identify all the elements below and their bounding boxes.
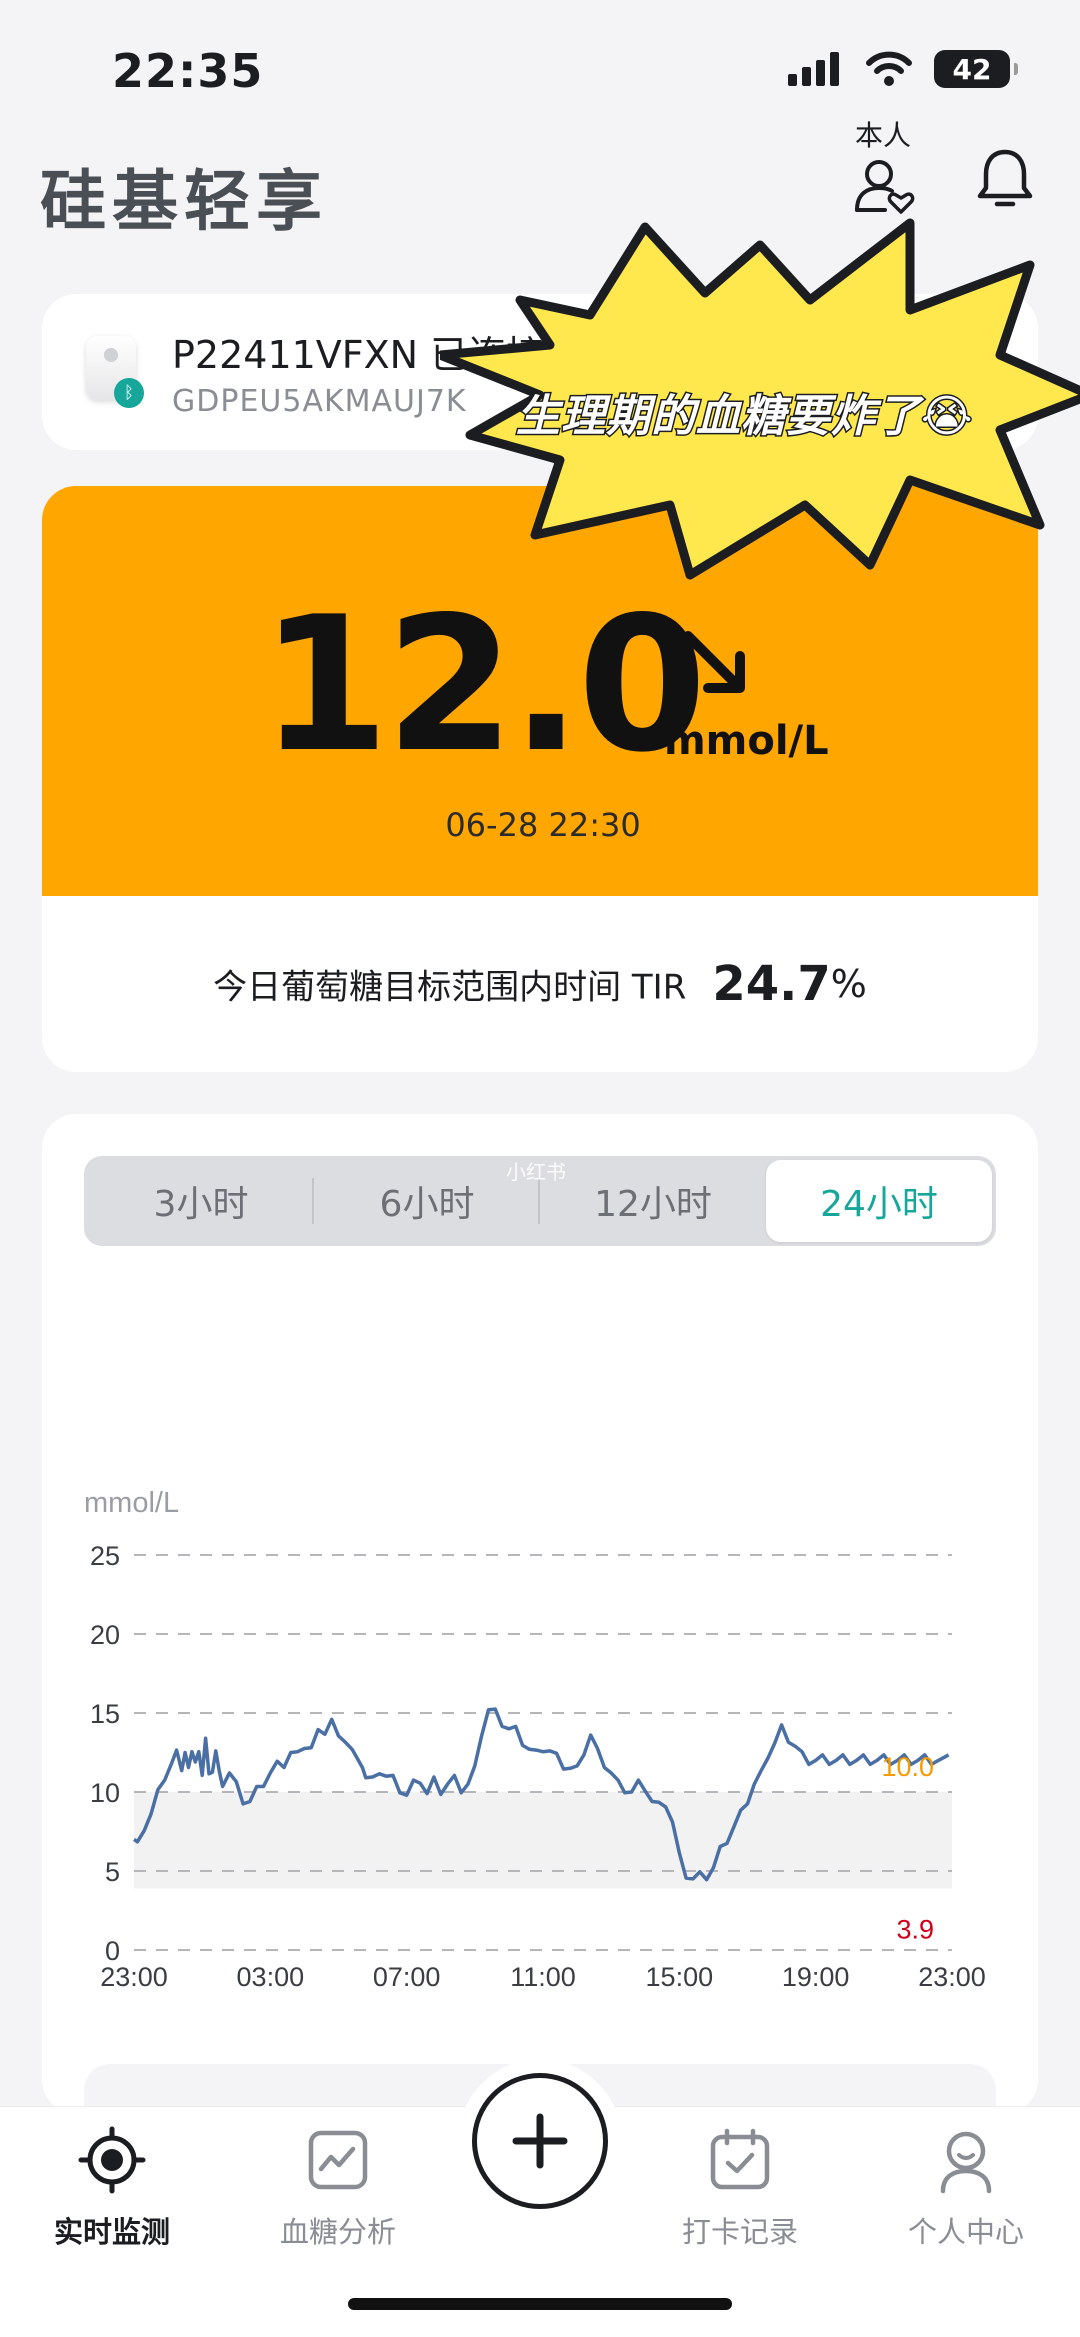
wifi-icon bbox=[866, 51, 912, 86]
bell-icon bbox=[977, 149, 1033, 207]
x-tick-label: 03:00 bbox=[237, 1962, 305, 1992]
battery-indicator: 42 bbox=[934, 50, 1018, 88]
tab-label: 实时监测 bbox=[53, 2215, 170, 2249]
tab-checkin[interactable]: 打卡记录 bbox=[650, 2125, 830, 2251]
status-bar: 22:35 42 bbox=[0, 0, 1080, 120]
x-tick-label: 19:00 bbox=[782, 1962, 850, 1992]
glucose-timestamp: 06-28 22:30 bbox=[445, 806, 641, 844]
target-high-label: 10.0 bbox=[881, 1752, 934, 1782]
y-tick-label: 15 bbox=[90, 1699, 120, 1729]
target-icon bbox=[78, 2126, 146, 2194]
app-title: 硅基轻享 bbox=[40, 163, 328, 240]
tir-unit: % bbox=[830, 962, 867, 1006]
tab-3h[interactable]: 3小时 bbox=[88, 1160, 314, 1242]
tab-24h[interactable]: 24小时 bbox=[766, 1160, 992, 1242]
tir-label: 今日葡萄糖目标范围内时间 TIR bbox=[213, 967, 687, 1008]
y-axis-label: mmol/L bbox=[84, 1487, 179, 1519]
tab-profile[interactable]: 个人中心 bbox=[876, 2125, 1056, 2251]
glucose-unit: mmol/L bbox=[664, 718, 829, 764]
status-icons: 42 bbox=[788, 50, 1018, 88]
tab-label: 个人中心 bbox=[907, 2215, 1024, 2249]
watermark: 小红书 bbox=[506, 1160, 566, 1184]
tab-realtime[interactable]: 实时监测 bbox=[22, 2125, 202, 2251]
status-time: 22:35 bbox=[112, 44, 264, 98]
tab-12h[interactable]: 12小时 bbox=[540, 1160, 766, 1242]
device-serial: GDPEU5AKMAUJ7K bbox=[172, 384, 467, 419]
bluetooth-icon: ᛒ bbox=[114, 378, 144, 408]
plus-icon bbox=[512, 2113, 568, 2169]
target-range-band bbox=[134, 1792, 952, 1889]
home-indicator bbox=[348, 2298, 732, 2310]
x-tick-label: 07:00 bbox=[373, 1962, 441, 1992]
battery-level: 42 bbox=[952, 52, 992, 86]
y-tick-label: 20 bbox=[90, 1620, 120, 1650]
y-tick-label: 10 bbox=[90, 1778, 120, 1808]
y-tick-label: 5 bbox=[105, 1857, 120, 1887]
tab-label: 血糖分析 bbox=[279, 2215, 396, 2249]
arrow-down-right-icon bbox=[683, 631, 745, 693]
cellular-signal-icon bbox=[788, 52, 839, 86]
tab-label: 打卡记录 bbox=[681, 2215, 798, 2249]
person-icon bbox=[940, 2131, 992, 2194]
sticker-caption: 生理期的血糖要炸了😭 bbox=[514, 390, 974, 444]
notification-button[interactable] bbox=[970, 144, 1040, 214]
chart-icon bbox=[308, 2130, 368, 2190]
x-tick-label: 23:00 bbox=[100, 1962, 168, 1992]
x-tick-label: 15:00 bbox=[646, 1962, 714, 1992]
x-tick-label: 11:00 bbox=[510, 1962, 576, 1992]
profile-label: 本人 bbox=[854, 119, 911, 152]
add-record-button[interactable] bbox=[472, 2073, 608, 2209]
glucose-line-chart: 2520151050 23:00 03:00 07:00 11:00 15:00 19:0… bbox=[84, 1487, 986, 1992]
x-tick-label: 23:00 bbox=[918, 1962, 986, 1992]
target-low-label: 3.9 bbox=[896, 1914, 934, 1944]
tir-row: 今日葡萄糖目标范围内时间 TIR 24.7% bbox=[42, 956, 1038, 1012]
y-tick-label: 25 bbox=[90, 1541, 120, 1571]
calendar-check-icon bbox=[710, 2128, 770, 2190]
tir-value: 24.7 bbox=[712, 956, 831, 1012]
glucose-value: 12.0 bbox=[260, 576, 707, 793]
chart-card: 3小时 6小时 12小时 24小时 小红书 25 20 15 10 5 0 23:00 03… bbox=[42, 1114, 1038, 2114]
tab-analysis[interactable]: 血糖分析 bbox=[248, 2125, 428, 2251]
